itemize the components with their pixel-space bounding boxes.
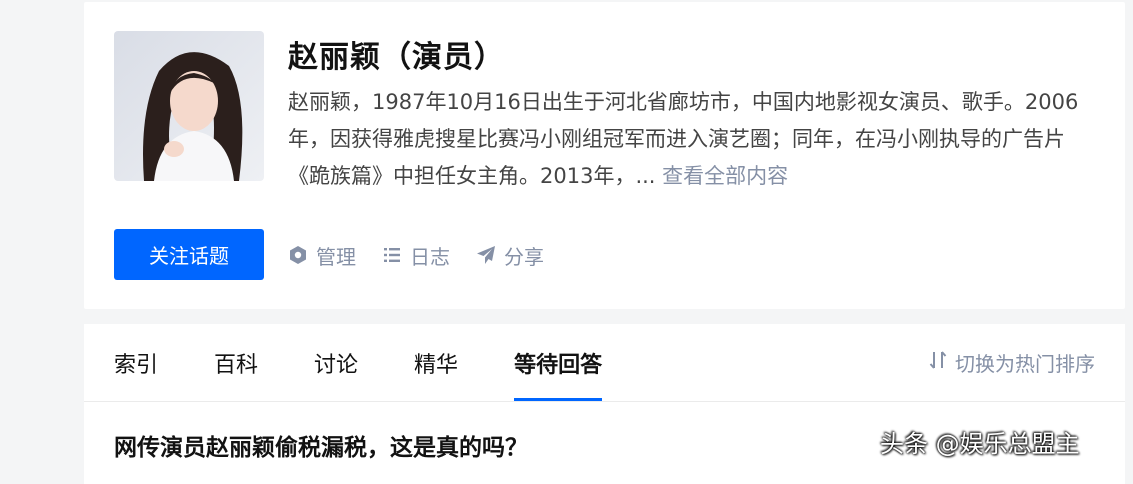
tab-index[interactable]: 索引 [114, 324, 158, 402]
sort-toggle-button[interactable]: 切换为热门排序 [929, 348, 1095, 377]
tab-wiki[interactable]: 百科 [214, 324, 258, 402]
follow-topic-button[interactable]: 关注话题 [114, 229, 264, 280]
topic-content-card: 索引 百科 讨论 精华 等待回答 切换为热门排序 网传演员赵丽颖偷税漏税，这是真… [84, 324, 1125, 484]
paper-plane-icon [476, 245, 496, 265]
share-label: 分享 [504, 244, 544, 269]
list-icon [382, 245, 402, 265]
topic-avatar [114, 31, 264, 181]
topic-title: 赵丽颖（演员） [288, 40, 505, 75]
tab-waiting-answers[interactable]: 等待回答 [514, 324, 603, 402]
tab-discussion[interactable]: 讨论 [314, 324, 358, 402]
topic-card: 赵丽颖（演员） 赵丽颖，1987年10月16日出生于河北省廊坊市，中国内地影视女… [84, 2, 1125, 309]
sort-icon [929, 350, 947, 375]
share-button[interactable]: 分享 [476, 241, 544, 270]
log-button[interactable]: 日志 [382, 241, 450, 270]
log-label: 日志 [410, 244, 450, 269]
topic-actions: 管理 日志 分享 [288, 240, 544, 270]
topic-tabs: 索引 百科 讨论 精华 等待回答 [114, 324, 658, 402]
tab-featured[interactable]: 精华 [414, 324, 458, 402]
watermark: 头条 @娱乐总盟主 [880, 430, 1080, 458]
topic-description: 赵丽颖，1987年10月16日出生于河北省廊坊市，中国内地影视女演员、歌手。20… [288, 84, 1103, 195]
sort-toggle-label: 切换为热门排序 [955, 352, 1095, 376]
manage-label: 管理 [316, 244, 356, 269]
question-title[interactable]: 网传演员赵丽颖偷税漏税，这是真的吗？ [114, 428, 528, 462]
tabs-divider [84, 401, 1125, 402]
manage-button[interactable]: 管理 [288, 241, 356, 270]
read-more-link[interactable]: 查看全部内容 [662, 164, 788, 188]
manage-icon [288, 245, 308, 265]
